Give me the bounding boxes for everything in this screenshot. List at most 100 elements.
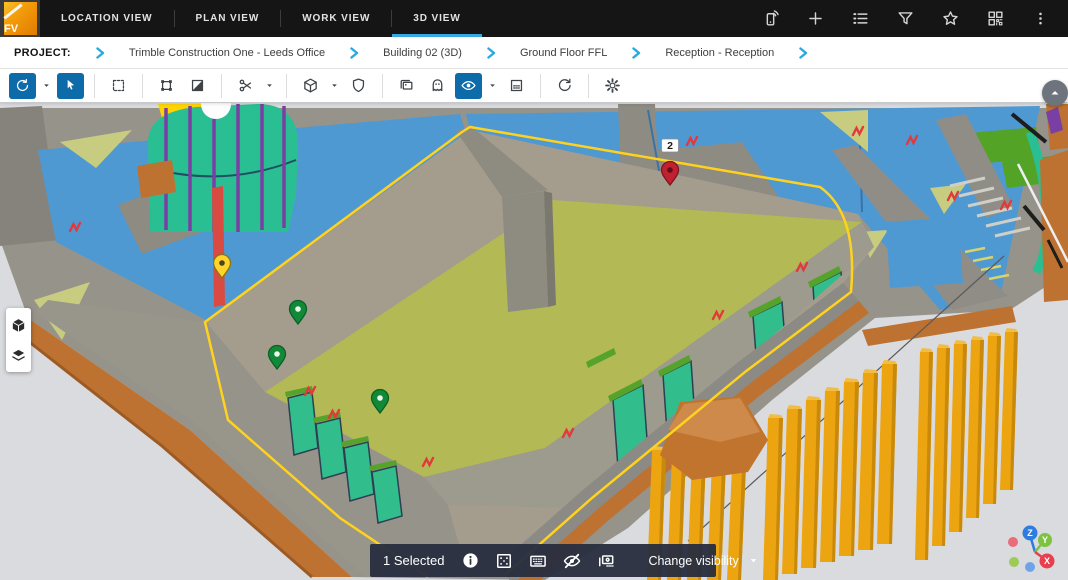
highlighted-column[interactable] (212, 186, 225, 307)
settings-tool-button[interactable] (599, 73, 626, 99)
view-tabs: LOCATION VIEW PLAN VIEW WORK VIEW 3D VIEW (40, 0, 482, 37)
axis-x[interactable]: X (1040, 554, 1055, 569)
cube-icon (302, 77, 319, 94)
active-tab-underline (392, 34, 481, 37)
3d-viewport[interactable]: 2 (0, 103, 1068, 580)
breadcrumb: PROJECT: Trimble Construction One - Leed… (0, 37, 1068, 69)
toolbar-separator (221, 74, 222, 98)
app-logo[interactable]: FV (0, 0, 40, 37)
qr-scan-button[interactable] (977, 6, 1013, 32)
transform-tool-button[interactable] (153, 73, 180, 99)
caret-down-icon (487, 80, 498, 91)
visibility-tool-dropdown-caret[interactable] (486, 73, 499, 99)
chevron-right-icon (631, 47, 641, 59)
contrast-icon (189, 77, 206, 94)
select-tool-button[interactable] (57, 73, 84, 99)
caret-down-icon (748, 555, 759, 566)
tab-label: PLAN VIEW (196, 13, 260, 24)
tab-work-view[interactable]: WORK VIEW (281, 0, 391, 37)
selection-info-button[interactable] (459, 550, 481, 572)
favorites-icon (941, 9, 960, 28)
viewer-side-panel (6, 308, 31, 372)
snapshots-tool-button[interactable] (393, 73, 420, 99)
axis-y[interactable]: Y (1038, 533, 1052, 547)
tab-3d-view[interactable]: 3D VIEW (392, 0, 481, 37)
filter-icon (896, 9, 915, 28)
selection-visibility-items-button[interactable] (595, 550, 617, 572)
caret-down-icon (329, 80, 340, 91)
marquee-select-tool-button[interactable] (105, 73, 132, 99)
tab-label: WORK VIEW (302, 13, 370, 24)
refresh-tool-button[interactable] (551, 73, 578, 99)
scissors-icon (237, 77, 254, 94)
logo-text: FV (4, 23, 18, 35)
layers-panel-toggle-button[interactable] (10, 346, 28, 364)
toolbar-separator (382, 74, 383, 98)
shading-tool-button[interactable] (184, 73, 211, 99)
collapse-toolbar-button[interactable] (1042, 80, 1068, 106)
hide-selection-button[interactable] (561, 550, 583, 572)
breadcrumb-project-label: PROJECT: (14, 47, 71, 59)
breadcrumb-item-2[interactable]: Ground Floor FFL (520, 47, 607, 59)
tab-location-view[interactable]: LOCATION VIEW (40, 0, 174, 37)
protect-tool-button[interactable] (345, 73, 372, 99)
grid-tool-button[interactable] (503, 73, 530, 99)
selection-bar: 1 Selected Change visibility (370, 544, 716, 577)
orbit-tool-dropdown-caret[interactable] (40, 73, 53, 99)
axis-neg-x[interactable] (1008, 537, 1018, 547)
3d-model-scene: 2 (0, 103, 1068, 580)
task-list-button[interactable] (842, 6, 878, 32)
caret-down-icon (264, 80, 275, 91)
selection-keypad-button[interactable] (527, 550, 549, 572)
breadcrumb-item-0[interactable]: Trimble Construction One - Leeds Office (129, 47, 325, 59)
visibility-tool-button[interactable] (455, 73, 482, 99)
info-icon (461, 551, 480, 570)
toolbar-separator (286, 74, 287, 98)
axis-neg-y[interactable] (1009, 557, 1019, 567)
section-cut-tool-dropdown-caret[interactable] (263, 73, 276, 99)
add-button[interactable] (797, 6, 833, 32)
top-actions (752, 0, 1068, 37)
svg-text:Y: Y (1042, 535, 1048, 545)
filter-button[interactable] (887, 6, 923, 32)
select-icon (62, 77, 79, 94)
photos-icon (398, 77, 415, 94)
isolate-selection-button[interactable] (493, 550, 515, 572)
grid-icon (508, 77, 525, 94)
breadcrumb-chevron (349, 47, 359, 59)
transform-icon (158, 77, 175, 94)
chevron-right-icon (798, 47, 808, 59)
tab-plan-view[interactable]: PLAN VIEW (175, 0, 281, 37)
chevron-right-icon (349, 47, 359, 59)
breadcrumb-item-3[interactable]: Reception - Reception (665, 47, 774, 59)
svg-text:X: X (1044, 556, 1050, 566)
orbit-tool-button[interactable] (9, 73, 36, 99)
isolate-icon (494, 551, 514, 571)
chevron-up-icon (1049, 87, 1061, 99)
toolbar-separator (540, 74, 541, 98)
vis-items-icon (596, 551, 616, 571)
favorites-button[interactable] (932, 6, 968, 32)
breadcrumb-chevron (798, 47, 808, 59)
model-panel-toggle-button[interactable] (10, 316, 28, 334)
section-cut-tool-button[interactable] (232, 73, 259, 99)
top-bar: FV LOCATION VIEW PLAN VIEW WORK VIEW 3D VIE… (0, 0, 1068, 37)
change-visibility-button[interactable]: Change visibility (648, 554, 738, 568)
qr-scan-icon (986, 9, 1005, 28)
capture-device-button[interactable] (752, 6, 788, 32)
model-views-tool-dropdown-caret[interactable] (328, 73, 341, 99)
breadcrumb-item-1[interactable]: Building 02 (3D) (383, 47, 462, 59)
chevron-right-icon (486, 47, 496, 59)
change-visibility-caret[interactable] (748, 555, 759, 566)
capture-device-icon (761, 9, 780, 28)
orientation-gizmo[interactable]: Z Y X (1000, 518, 1068, 580)
selection-count: 1 Selected (383, 553, 444, 568)
model-views-tool-button[interactable] (297, 73, 324, 99)
axis-z[interactable]: Z (1023, 526, 1038, 541)
shield-icon (350, 77, 367, 94)
axis-neg-z[interactable] (1025, 562, 1035, 572)
ghost-mode-tool-button[interactable] (424, 73, 451, 99)
task-list-icon (851, 9, 870, 28)
orbit-icon (14, 77, 31, 94)
more-options-button[interactable] (1022, 6, 1058, 32)
